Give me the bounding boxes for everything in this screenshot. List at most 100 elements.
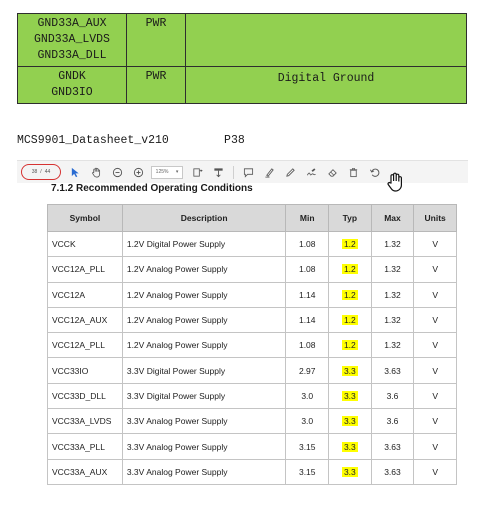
table-row: VCC12A_AUX 1.2V Analog Power Supply 1.14 1.… xyxy=(47,306,457,334)
undo-icon[interactable] xyxy=(367,165,381,179)
cell-max: 1.32 xyxy=(370,230,415,258)
pin-names: GND33A_AUX GND33A_LVDS GND33A_DLL xyxy=(17,13,127,67)
zoom-dropdown[interactable]: 125% ▾ xyxy=(151,165,183,179)
highlighted-value: 3.3 xyxy=(341,416,358,427)
cell-symbol: VCCK xyxy=(47,230,123,258)
comment-icon[interactable] xyxy=(241,165,255,179)
table-row: VCCK 1.2V Digital Power Supply 1.08 1.2 1.32… xyxy=(47,230,457,258)
cell-symbol: VCC33IO xyxy=(47,357,123,384)
cell-symbol: VCC33A_AUX xyxy=(47,458,123,485)
pin-type: PWR xyxy=(126,66,186,104)
fit-page-icon[interactable] xyxy=(190,165,204,179)
cell-symbol: VCC12A_AUX xyxy=(47,306,123,334)
table-row: VCC33A_AUX 3.3V Analog Power Supply 3.15 3.… xyxy=(47,458,457,485)
cell-typ: 1.2 xyxy=(328,230,372,258)
cell-max: 1.32 xyxy=(370,306,415,334)
document-page: P38 xyxy=(224,134,245,147)
table-header-row: Symbol Description Min Typ Max Units xyxy=(47,204,457,232)
zoom-in-icon[interactable] xyxy=(131,165,145,179)
cell-min: 3.15 xyxy=(285,433,330,460)
cell-min: 2.97 xyxy=(285,357,330,384)
chevron-down-icon: ▾ xyxy=(175,169,179,175)
table-row: VCC33A_LVDS 3.3V Analog Power Supply 3.0 3.… xyxy=(47,408,457,435)
table-row: VCC33D_DLL 3.3V Digital Power Supply 3.0 3.… xyxy=(47,382,457,410)
cell-min: 1.08 xyxy=(285,332,330,359)
cell-typ: 1.2 xyxy=(328,332,372,359)
cell-min: 1.14 xyxy=(285,306,330,334)
page-number-field[interactable]: 38 / 44 xyxy=(21,164,61,180)
highlight-icon[interactable] xyxy=(262,165,276,179)
cell-typ: 1.2 xyxy=(328,256,372,283)
cell-typ: 3.3 xyxy=(328,458,372,485)
highlighted-value: 1.2 xyxy=(341,264,358,275)
hand-cursor-icon xyxy=(386,172,406,194)
cell-description: 3.3V Digital Power Supply xyxy=(121,357,287,384)
table-row: VCC12A_PLL 1.2V Analog Power Supply 1.08 1.… xyxy=(47,332,457,359)
column-header-description: Description xyxy=(121,204,287,232)
cell-symbol: VCC33A_PLL xyxy=(47,433,123,460)
pin-description: Digital Ground xyxy=(185,66,467,104)
column-header-symbol: Symbol xyxy=(47,204,123,232)
cell-description: 3.3V Digital Power Supply xyxy=(121,382,287,410)
cell-units: V xyxy=(413,458,457,485)
select-arrow-icon[interactable] xyxy=(68,165,82,179)
cell-description: 1.2V Digital Power Supply xyxy=(121,230,287,258)
pin-table-row: GNDK GND3IO PWR Digital Ground xyxy=(17,66,467,104)
cell-max: 3.63 xyxy=(370,433,415,460)
page-current: 38 xyxy=(31,169,38,175)
column-header-typ: Typ xyxy=(328,204,372,232)
document-id: MCS9901_Datasheet_v210 P38 xyxy=(17,134,245,147)
cell-description: 3.3V Analog Power Supply xyxy=(121,433,287,460)
cell-description: 3.3V Analog Power Supply xyxy=(121,408,287,435)
cell-max: 3.63 xyxy=(370,357,415,384)
cell-min: 1.08 xyxy=(285,256,330,283)
cell-max: 3.63 xyxy=(370,458,415,485)
cell-symbol: VCC12A_PLL xyxy=(47,256,123,283)
zoom-out-icon[interactable] xyxy=(110,165,124,179)
toolbar-divider xyxy=(233,165,234,179)
delete-icon[interactable] xyxy=(346,165,360,179)
cell-symbol: VCC33D_DLL xyxy=(47,382,123,410)
cell-units: V xyxy=(413,332,457,359)
cell-units: V xyxy=(413,357,457,384)
cell-description: 1.2V Analog Power Supply xyxy=(121,306,287,334)
cell-max: 1.32 xyxy=(370,332,415,359)
highlighted-value: 3.3 xyxy=(341,466,358,477)
cell-max: 3.6 xyxy=(370,408,415,435)
table-row: VCC12A_PLL 1.2V Analog Power Supply 1.08 1.… xyxy=(47,256,457,283)
table-row: VCC33IO 3.3V Digital Power Supply 2.97 3.3 3… xyxy=(47,357,457,384)
highlighted-value: 3.3 xyxy=(341,365,358,376)
cell-description: 3.3V Analog Power Supply xyxy=(121,458,287,485)
sign-icon[interactable] xyxy=(304,165,318,179)
pin-table: GND33A_AUX GND33A_LVDS GND33A_DLL PWR GNDK… xyxy=(17,13,467,104)
cell-max: 1.32 xyxy=(370,256,415,283)
highlighted-value: 1.2 xyxy=(341,315,358,326)
pin-names: GNDK GND3IO xyxy=(17,66,127,104)
highlighted-value: 1.2 xyxy=(341,289,358,300)
column-header-max: Max xyxy=(370,204,415,232)
cell-max: 1.32 xyxy=(370,281,415,308)
table-row: VCC33A_PLL 3.3V Analog Power Supply 3.15 3.… xyxy=(47,433,457,460)
cell-typ: 1.2 xyxy=(328,306,372,334)
cell-typ: 3.3 xyxy=(328,433,372,460)
cell-typ: 3.3 xyxy=(328,408,372,435)
column-header-min: Min xyxy=(285,204,330,232)
hand-icon[interactable] xyxy=(89,165,103,179)
highlighted-value: 1.2 xyxy=(341,239,358,250)
cell-typ: 3.3 xyxy=(328,382,372,410)
rotate-icon[interactable] xyxy=(211,165,225,179)
draw-icon[interactable] xyxy=(283,165,297,179)
cell-units: V xyxy=(413,230,457,258)
cell-units: V xyxy=(413,433,457,460)
cell-typ: 1.2 xyxy=(328,281,372,308)
column-header-units: Units xyxy=(413,204,457,232)
pin-type: PWR xyxy=(126,13,186,67)
highlighted-value: 3.3 xyxy=(341,390,358,401)
section-heading: 7.1.2 Recommended Operating Conditions xyxy=(51,183,253,194)
cell-min: 3.15 xyxy=(285,458,330,485)
cell-description: 1.2V Analog Power Supply xyxy=(121,256,287,283)
eraser-icon[interactable] xyxy=(325,165,339,179)
cell-units: V xyxy=(413,408,457,435)
cell-min: 3.0 xyxy=(285,408,330,435)
page-separator: / xyxy=(40,169,42,175)
